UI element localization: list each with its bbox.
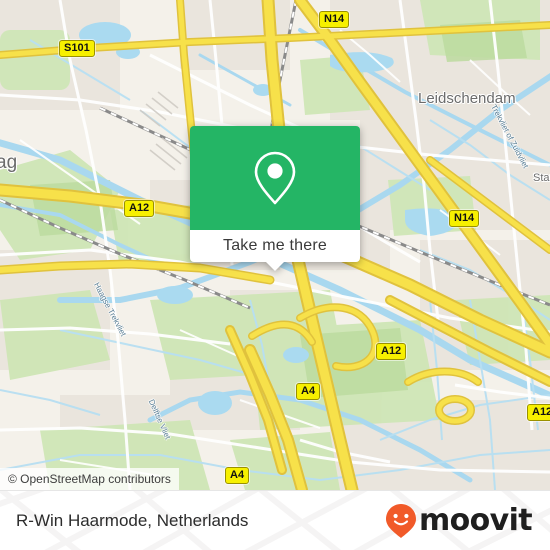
location-callout-card[interactable]: Take me there	[190, 126, 360, 271]
osm-attribution[interactable]: © OpenStreetMap contributors	[0, 468, 179, 490]
callout-pointer-tail	[265, 261, 285, 271]
moovit-wordmark: moovit	[418, 502, 533, 538]
osm-attribution-text: © OpenStreetMap contributors	[8, 472, 171, 486]
callout-pin-area	[190, 126, 360, 230]
location-title: R-Win Haarmode, Netherlands	[16, 510, 249, 530]
map-canvas[interactable]: ag Leidschendam Star Trekvliet of Zuidvl…	[0, 0, 550, 490]
take-me-there-button[interactable]: Take me there	[190, 230, 360, 271]
moovit-logo[interactable]: moovit	[385, 502, 533, 539]
map-pin-icon	[254, 151, 296, 205]
take-me-there-label: Take me there	[223, 237, 327, 254]
moovit-smiley-pin-icon	[385, 503, 416, 538]
moovit-location-card: ag Leidschendam Star Trekvliet of Zuidvl…	[0, 0, 550, 550]
footer-bar: R-Win Haarmode, Netherlands moovit	[0, 490, 550, 550]
